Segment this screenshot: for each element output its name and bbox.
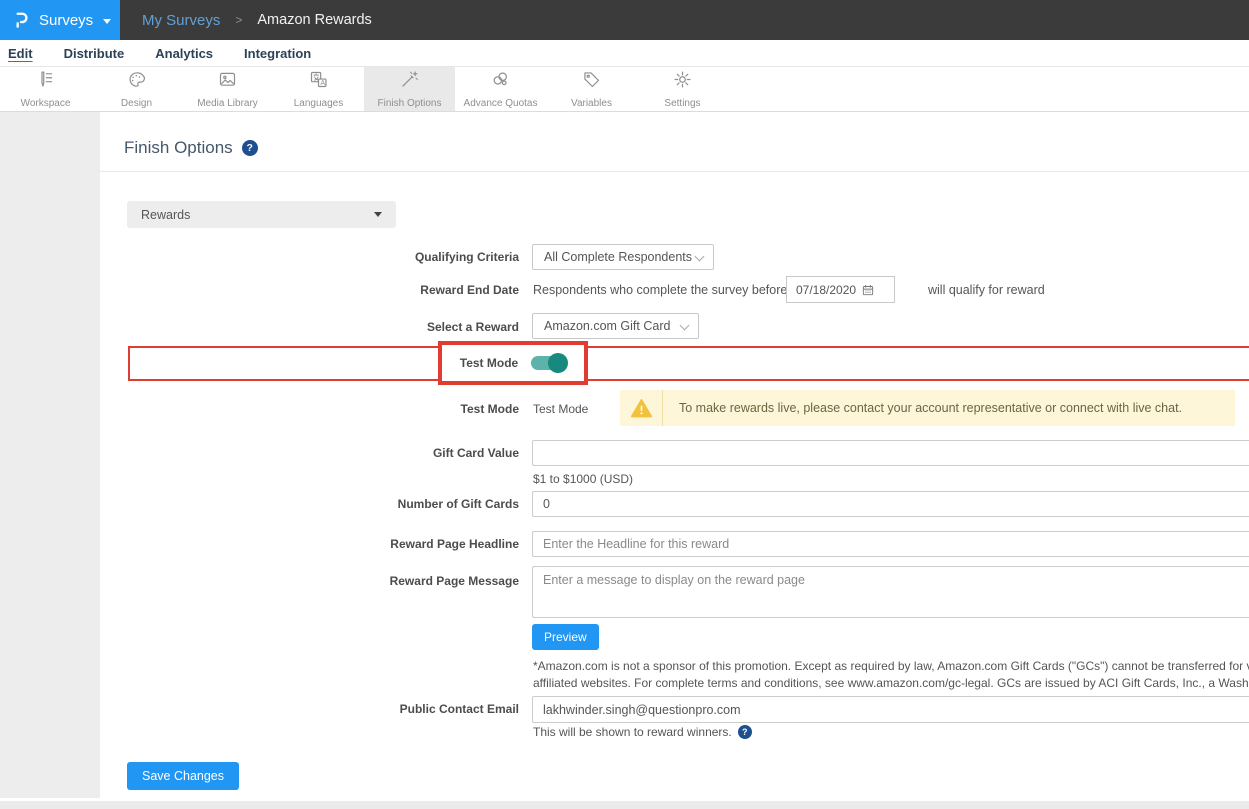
settings-gear-icon xyxy=(672,69,693,95)
languages-icon: A xyxy=(308,69,329,95)
toolbar-item-label: Variables xyxy=(571,98,612,109)
advance-quotas-links-icon xyxy=(490,69,511,95)
reward-page-message-label: Reward Page Message xyxy=(100,574,519,588)
breadcrumb-my-surveys[interactable]: My Surveys xyxy=(142,12,220,29)
select-a-reward-label: Select a Reward xyxy=(100,320,519,334)
surveys-menu[interactable]: Surveys xyxy=(0,0,120,40)
qualifying-criteria-value: All Complete Respondents xyxy=(544,250,692,264)
save-changes-button[interactable]: Save Changes xyxy=(127,762,239,790)
design-icon xyxy=(126,69,147,95)
disclaimer-line-1: *Amazon.com is not a sponsor of this pro… xyxy=(533,658,1249,675)
toolbar-item-settings[interactable]: Settings xyxy=(637,67,728,111)
calendar-icon[interactable] xyxy=(861,283,875,297)
variables-tag-icon xyxy=(581,69,602,95)
reward-end-date-suffix: will qualify for reward xyxy=(928,283,1045,297)
test-mode-status-label: Test Mode xyxy=(100,402,519,416)
gift-card-value-label: Gift Card Value xyxy=(100,446,519,460)
svg-text:A: A xyxy=(320,80,325,87)
toolbar-item-advance-quotas[interactable]: Advance Quotas xyxy=(455,67,546,111)
annotation-highlight-box: Test Mode xyxy=(438,341,588,385)
main-nav-tabs: Edit Distribute Analytics Integration xyxy=(0,40,1249,67)
tab-distribute[interactable]: Distribute xyxy=(64,46,125,61)
toolbar-item-label: Media Library xyxy=(197,98,258,109)
toolbar-item-label: Design xyxy=(121,98,152,109)
reward-page-message-textarea[interactable] xyxy=(532,566,1249,618)
reward-end-date-label: Reward End Date xyxy=(100,283,519,297)
warning-divider xyxy=(662,390,663,426)
toolbar-item-label: Finish Options xyxy=(378,98,442,109)
breadcrumb: My Surveys > Amazon Rewards xyxy=(142,0,372,40)
gift-card-value-helper: $1 to $1000 (USD) xyxy=(533,472,633,486)
reward-end-date-prefix: Respondents who complete the survey befo… xyxy=(533,283,787,297)
toolbar-item-label: Languages xyxy=(294,98,344,109)
test-mode-toggle-label: Test Mode xyxy=(460,356,518,370)
toolbar-item-finish-options[interactable]: Finish Options xyxy=(364,67,455,111)
public-contact-email-input[interactable] xyxy=(532,696,1249,723)
warning-triangle-icon xyxy=(620,397,662,420)
gift-card-value-input[interactable] xyxy=(532,440,1249,466)
brand-label: Surveys xyxy=(39,12,93,29)
toolbar-item-label: Workspace xyxy=(21,98,71,109)
warning-message: To make rewards live, please contact you… xyxy=(679,401,1182,415)
test-mode-warning: To make rewards live, please contact you… xyxy=(620,390,1235,426)
section-selector-dropdown[interactable]: Rewards xyxy=(127,201,396,228)
edit-toolbar: Workspace Design Media Library A xyxy=(0,67,1249,112)
chevron-down-icon xyxy=(374,212,382,217)
finish-options-panel: Finish Options ? Rewards Qualifying Crit… xyxy=(100,112,1249,801)
reward-page-headline-label: Reward Page Headline xyxy=(100,537,519,551)
qualifying-criteria-label: Qualifying Criteria xyxy=(100,250,519,264)
finish-options-wand-icon xyxy=(399,69,420,95)
media-library-icon xyxy=(217,69,238,95)
disclaimer-line-2: affiliated websites. For complete terms … xyxy=(533,675,1249,692)
chevron-down-icon xyxy=(695,252,705,262)
help-icon[interactable]: ? xyxy=(242,140,258,156)
select-a-reward-value: Amazon.com Gift Card xyxy=(544,319,670,333)
chevron-down-icon xyxy=(680,321,690,331)
toolbar-item-media-library[interactable]: Media Library xyxy=(182,67,273,111)
reward-end-date-field xyxy=(786,276,895,303)
tab-integration[interactable]: Integration xyxy=(244,46,311,61)
chevron-down-icon xyxy=(103,19,111,24)
toolbar-item-variables[interactable]: Variables xyxy=(546,67,637,111)
public-contact-email-helper: This will be shown to reward winners. xyxy=(533,725,732,739)
workspace-icon xyxy=(35,69,56,95)
reward-end-date-input[interactable] xyxy=(787,283,861,297)
breadcrumb-current-survey: Amazon Rewards xyxy=(257,12,371,28)
amazon-disclaimer: *Amazon.com is not a sponsor of this pro… xyxy=(533,658,1249,692)
test-mode-toggle[interactable] xyxy=(531,356,566,370)
toolbar-item-workspace[interactable]: Workspace xyxy=(0,67,91,111)
tab-edit[interactable]: Edit xyxy=(8,46,33,61)
help-icon[interactable]: ? xyxy=(738,725,752,739)
qualifying-criteria-select[interactable]: All Complete Respondents xyxy=(532,244,714,270)
left-gutter xyxy=(0,112,100,798)
tab-analytics[interactable]: Analytics xyxy=(155,46,213,61)
toolbar-item-label: Settings xyxy=(664,98,700,109)
public-contact-email-label: Public Contact Email xyxy=(100,702,519,716)
questionpro-logo-icon xyxy=(11,10,31,30)
toolbar-item-design[interactable]: Design xyxy=(91,67,182,111)
breadcrumb-separator: > xyxy=(235,13,242,27)
number-of-gift-cards-input[interactable] xyxy=(532,491,1249,517)
section-selector-value: Rewards xyxy=(141,208,190,222)
page-title: Finish Options xyxy=(124,138,233,158)
preview-button[interactable]: Preview xyxy=(532,624,599,650)
reward-page-headline-input[interactable] xyxy=(532,531,1249,557)
toggle-knob xyxy=(548,353,568,373)
top-bar: Surveys My Surveys > Amazon Rewards xyxy=(0,0,1249,40)
select-a-reward-select[interactable]: Amazon.com Gift Card xyxy=(532,313,699,339)
bottom-gutter xyxy=(0,801,1249,809)
annotation-band xyxy=(128,346,1249,381)
title-divider xyxy=(100,171,1249,172)
number-of-gift-cards-label: Number of Gift Cards xyxy=(100,497,519,511)
test-mode-status-value: Test Mode xyxy=(533,402,588,416)
toolbar-item-languages[interactable]: A Languages xyxy=(273,67,364,111)
toolbar-item-label: Advance Quotas xyxy=(464,98,538,109)
